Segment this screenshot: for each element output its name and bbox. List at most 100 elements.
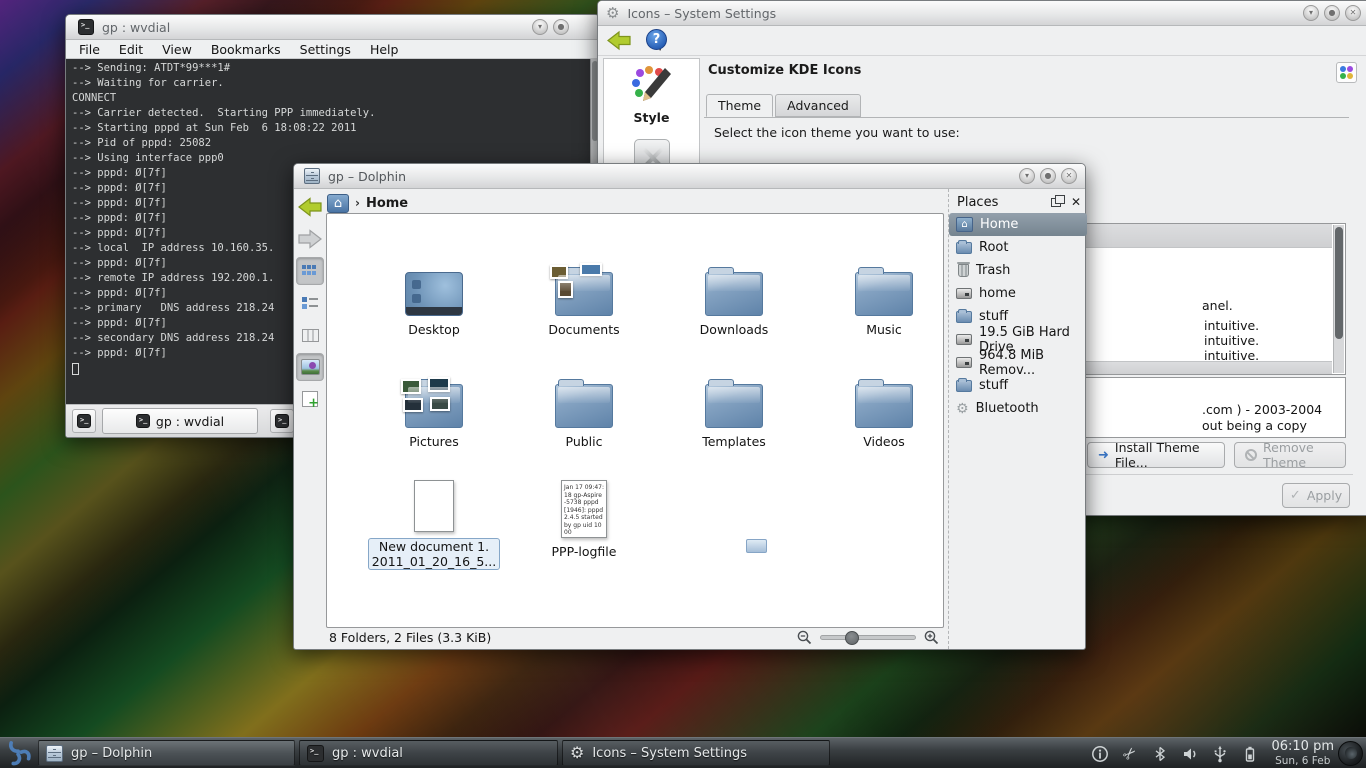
breadcrumb-current[interactable]: Home	[366, 196, 408, 211]
remove-theme-label: Remove Theme	[1263, 440, 1335, 470]
settings-titlebar[interactable]: ⚙ Icons – System Settings ▾ ● ✕	[598, 1, 1366, 26]
preview-button[interactable]	[296, 353, 324, 381]
arrow-right-icon: ➜	[1098, 448, 1109, 463]
file-item-logfile[interactable]: Jan 17 09:47:18 gp-Aspire-5738 pppd[1946…	[509, 480, 659, 559]
volume-icon[interactable]	[1180, 744, 1200, 764]
folder-label: Music	[809, 322, 959, 337]
style-icon	[631, 64, 673, 104]
install-theme-button[interactable]: ➜ Install Theme File...	[1087, 442, 1225, 468]
blank-file-icon	[414, 480, 454, 532]
minimize-button[interactable]: ▾	[532, 19, 548, 35]
bluetooth-icon[interactable]	[1150, 744, 1170, 764]
panel-toolbox-cashew[interactable]	[1338, 741, 1363, 766]
zoom-slider[interactable]	[820, 635, 916, 640]
konsole-tab-active[interactable]: gp : wvdial	[102, 408, 258, 434]
apply-button[interactable]: ✓ Apply	[1282, 483, 1350, 508]
folder-label: Downloads	[659, 322, 809, 337]
terminal-line: --> Waiting for carrier.	[72, 76, 589, 91]
detach-panel-icon[interactable]	[1051, 198, 1061, 207]
folder-item-public[interactable]: Public	[509, 384, 659, 449]
preview-icon	[301, 359, 320, 375]
forward-button[interactable]	[296, 225, 324, 253]
dolphin-titlebar[interactable]: gp – Dolphin ▾ ● ✕	[294, 164, 1085, 189]
menu-settings[interactable]: Settings	[300, 42, 351, 57]
folder-item-documents[interactable]: Documents	[509, 272, 659, 337]
maximize-button[interactable]: ●	[1324, 5, 1340, 21]
minimize-button[interactable]: ▾	[1303, 5, 1319, 21]
removable-drive-icon	[956, 357, 972, 368]
zoom-in-icon[interactable]	[924, 630, 939, 645]
dolphin-side-toolbar	[294, 189, 326, 649]
selected-file-label: New document 1.2011_01_20_16_5...	[368, 538, 500, 570]
tab-panel-border	[704, 117, 1349, 118]
folder-label: Desktop	[359, 322, 509, 337]
close-panel-icon[interactable]: ✕	[1071, 195, 1081, 209]
folder-item-downloads[interactable]: Downloads	[659, 272, 809, 337]
places-item-home-partition[interactable]: home	[949, 282, 1087, 305]
sidebar-item-style[interactable]: Style	[604, 59, 699, 125]
klipper-scissors-icon[interactable]: ✂	[1120, 744, 1140, 764]
menu-bookmarks[interactable]: Bookmarks	[211, 42, 281, 57]
places-item-trash[interactable]: Trash	[949, 259, 1087, 282]
install-theme-label: Install Theme File...	[1115, 440, 1214, 470]
maximize-button[interactable]: ●	[1040, 168, 1056, 184]
folder-item-videos[interactable]: Videos	[809, 384, 959, 449]
tab-advanced[interactable]: Advanced	[775, 94, 861, 117]
notifications-icon[interactable]	[1090, 744, 1110, 764]
task-konsole[interactable]: gp : wvdial	[299, 740, 558, 766]
close-button[interactable]: ✕	[1061, 168, 1077, 184]
split-add-icon	[302, 391, 318, 407]
task-dolphin[interactable]: gp – Dolphin	[38, 740, 295, 766]
battery-icon[interactable]	[1240, 744, 1260, 764]
places-item-root[interactable]: Root	[949, 236, 1087, 259]
clock-date: Sun, 6 Feb	[1271, 754, 1334, 768]
menu-file[interactable]: File	[79, 42, 100, 57]
minimize-button[interactable]: ▾	[1019, 168, 1035, 184]
task-systemsettings[interactable]: ⚙ Icons – System Settings	[562, 740, 830, 766]
remove-theme-button[interactable]: Remove Theme	[1234, 442, 1346, 468]
home-icon[interactable]: ⌂	[327, 194, 349, 213]
usb-device-notifier-icon[interactable]	[1210, 744, 1230, 764]
menu-view[interactable]: View	[162, 42, 192, 57]
list-scrollbar[interactable]	[1333, 225, 1344, 373]
folder-item-music[interactable]: Music	[809, 272, 959, 337]
folder-item-templates[interactable]: Templates	[659, 384, 809, 449]
maximize-button[interactable]: ●	[553, 19, 569, 35]
terminal-line: CONNECT	[72, 91, 589, 106]
konsole-menubar: File Edit View Bookmarks Settings Help	[66, 40, 599, 59]
tab-theme[interactable]: Theme	[706, 94, 773, 117]
konsole-titlebar[interactable]: gp : wvdial ▾ ●	[66, 15, 599, 40]
file-item-newdoc-selected[interactable]: New document 1.2011_01_20_16_5...	[359, 480, 509, 570]
clock[interactable]: 06:10 pm Sun, 6 Feb	[1271, 740, 1334, 768]
menu-edit[interactable]: Edit	[119, 42, 143, 57]
close-button[interactable]: ✕	[1345, 5, 1361, 21]
folder-item-pictures[interactable]: Pictures	[359, 384, 509, 449]
zoom-slider-handle[interactable]	[845, 631, 859, 645]
settings-tabs: Theme Advanced	[706, 94, 863, 117]
zoom-out-icon[interactable]	[797, 630, 812, 645]
tab-list-button[interactable]	[270, 409, 294, 433]
home-icon: ⌂	[956, 217, 973, 232]
settings-page-title: Customize KDE Icons	[708, 63, 861, 78]
icons-view-button[interactable]	[296, 257, 324, 285]
columns-view-button[interactable]	[296, 321, 324, 349]
help-button[interactable]: ?	[646, 29, 667, 50]
back-button[interactable]	[296, 193, 324, 221]
pictures-folder-icon	[405, 384, 463, 428]
terminal-line: --> Sending: ATDT*99***1#	[72, 61, 589, 76]
file-view[interactable]: Desktop Documents Downloads Music	[326, 213, 944, 628]
app-launcher-button[interactable]	[2, 738, 36, 768]
icons-module-icon	[1336, 62, 1357, 83]
split-view-button[interactable]	[296, 385, 324, 413]
places-item-removable[interactable]: 964.8 MiB Remov...	[949, 351, 1087, 374]
places-item-bluetooth[interactable]: ⚙Bluetooth	[949, 397, 1087, 420]
new-tab-button[interactable]	[72, 409, 96, 433]
details-view-icon	[302, 297, 318, 309]
folder-item-desktop[interactable]: Desktop	[359, 272, 509, 337]
apply-label: Apply	[1307, 488, 1342, 503]
details-view-button[interactable]	[296, 289, 324, 317]
back-button[interactable]	[606, 30, 632, 51]
menu-help[interactable]: Help	[370, 42, 399, 57]
icon-theme-label: Select the icon theme you want to use:	[714, 125, 960, 140]
places-item-home[interactable]: ⌂Home	[949, 213, 1087, 236]
